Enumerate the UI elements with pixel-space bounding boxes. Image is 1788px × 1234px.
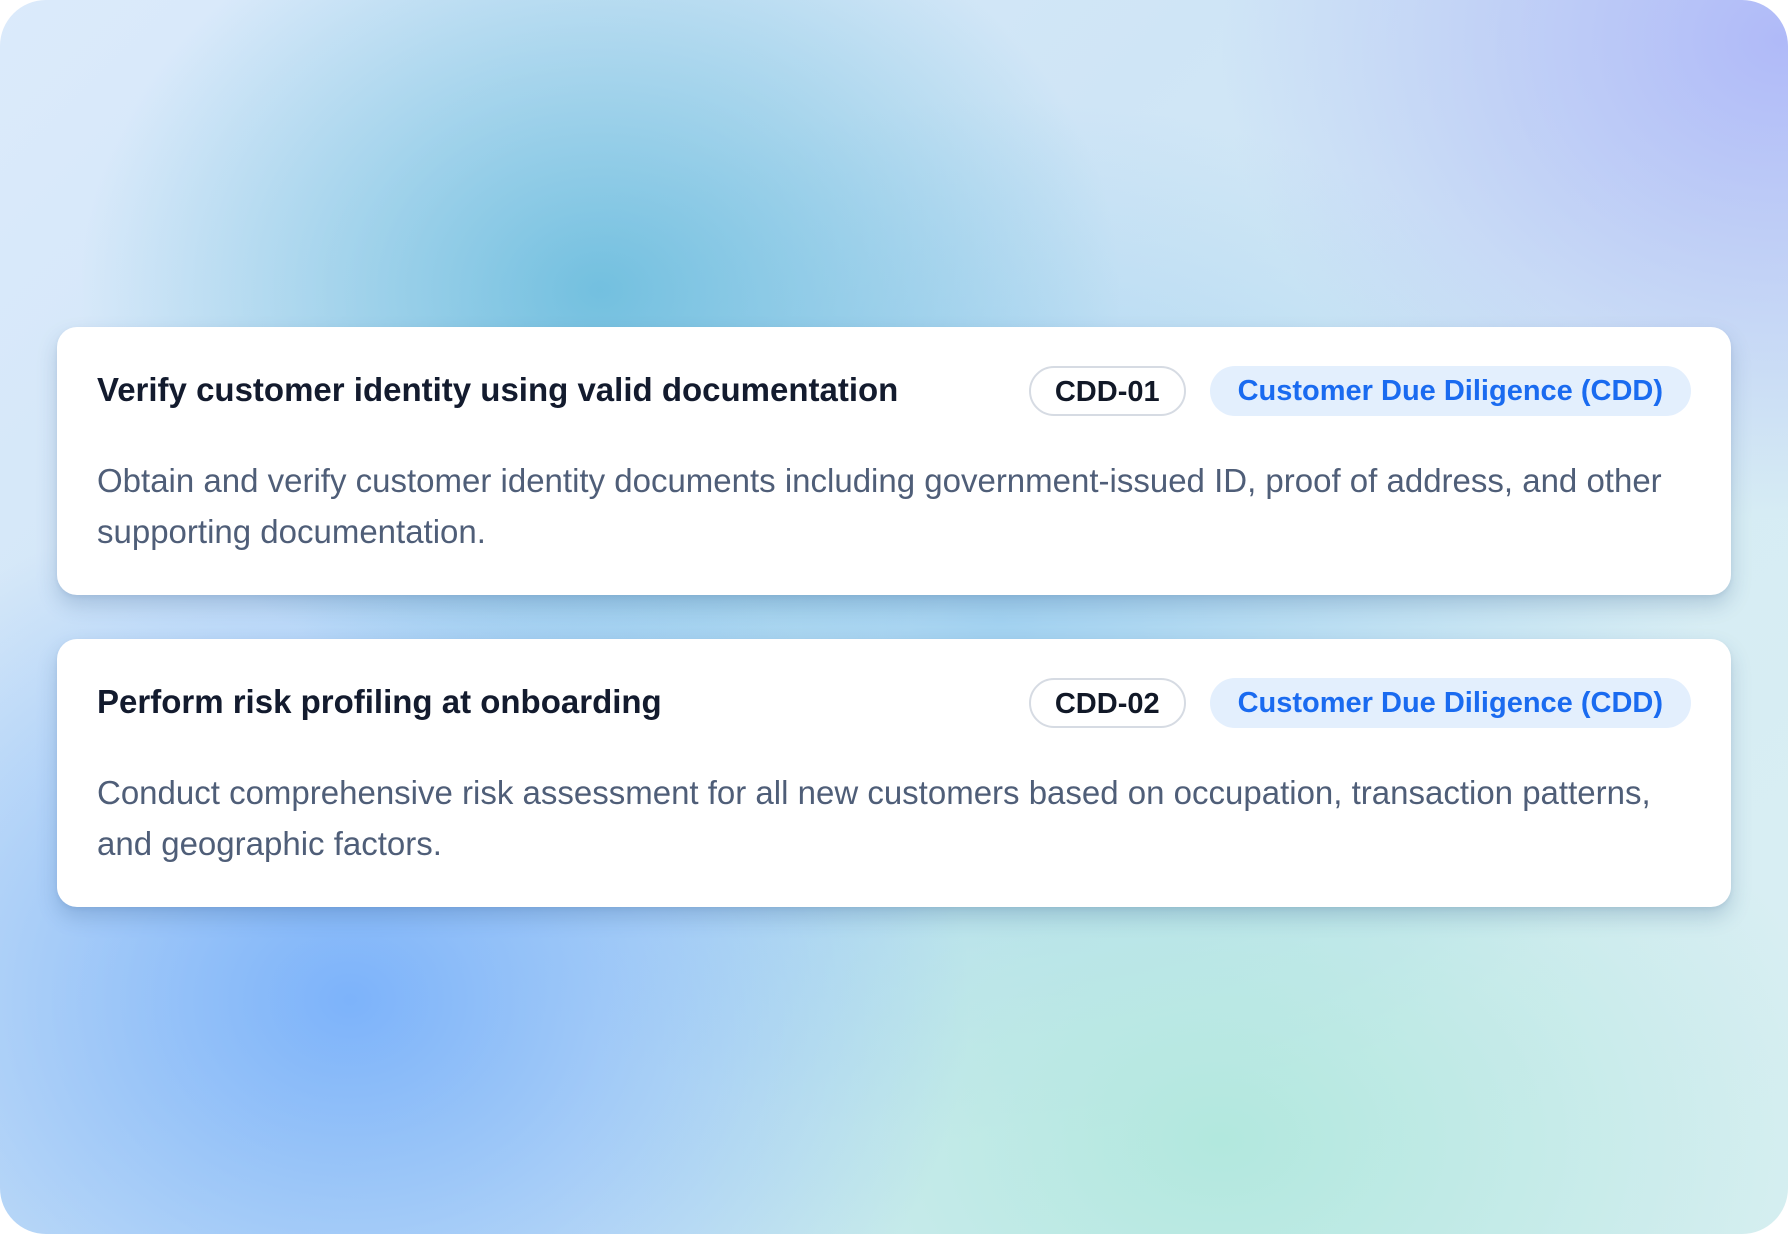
control-card[interactable]: Verify customer identity using valid doc… — [57, 327, 1731, 595]
control-title: Verify customer identity using valid doc… — [97, 371, 899, 408]
control-badges: CDD-02 Customer Due Diligence (CDD) — [1028, 678, 1691, 728]
control-category-badge: Customer Due Diligence (CDD) — [1209, 678, 1691, 728]
gradient-background: Verify customer identity using valid doc… — [0, 0, 1788, 1234]
control-category-badge: Customer Due Diligence (CDD) — [1209, 366, 1691, 416]
control-code-badge: CDD-02 — [1028, 678, 1186, 728]
control-title: Perform risk profiling at onboarding — [97, 683, 662, 720]
control-code-badge: CDD-01 — [1028, 366, 1186, 416]
control-card[interactable]: Perform risk profiling at onboarding CDD… — [57, 639, 1731, 907]
control-description: Obtain and verify customer identity docu… — [97, 462, 1662, 550]
control-badges: CDD-01 Customer Due Diligence (CDD) — [1028, 366, 1691, 416]
control-description: Conduct comprehensive risk assessment fo… — [97, 774, 1651, 862]
